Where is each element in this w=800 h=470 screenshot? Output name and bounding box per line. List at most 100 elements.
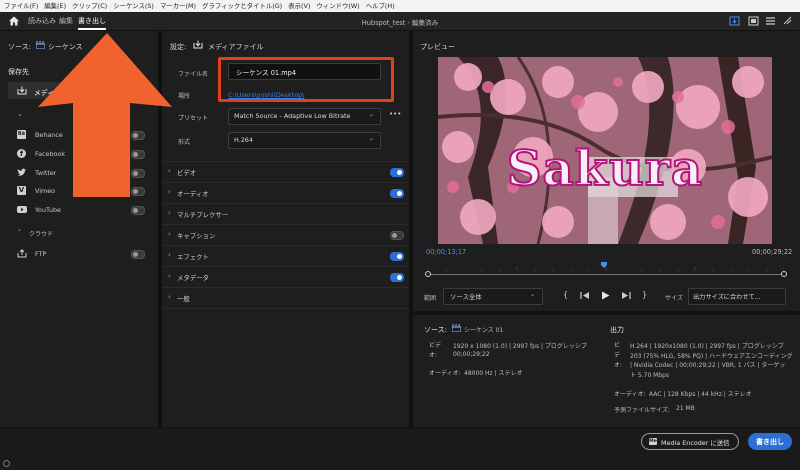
chevron-right-icon: › xyxy=(168,293,171,301)
summary-video-value-2: 00;00;29;22 xyxy=(453,351,490,358)
cloud-heading: クラウド xyxy=(29,231,54,238)
ftp-upload-icon xyxy=(17,249,27,258)
summary-video-label: ビデオ: xyxy=(429,342,442,359)
send-to-media-encoder-label: Media Encoder に送信 xyxy=(661,439,730,447)
preview-overlay-title: Sakura xyxy=(506,140,704,198)
section-multiplexer[interactable]: › マルチプレクサー xyxy=(163,203,408,224)
section-general[interactable]: › 一般 xyxy=(163,287,408,309)
workspaces-menu-icon[interactable] xyxy=(765,16,776,26)
mark-in-icon[interactable]: { xyxy=(563,290,568,299)
window-title: Hubspot_test - 編集済み xyxy=(361,19,439,27)
in-point-handle[interactable] xyxy=(425,271,431,277)
playhead[interactable] xyxy=(601,262,608,268)
menu-file[interactable]: ファイル(F) xyxy=(4,0,38,12)
location-label: 場所 xyxy=(178,93,191,100)
menu-bar: ファイル(F) 編集(E) クリップ(C) シーケンス(S) マーカー(M) グ… xyxy=(0,0,800,12)
menu-help[interactable]: ヘルプ(H) xyxy=(366,0,395,12)
summary-output-audio-label: オーディオ: xyxy=(614,391,646,398)
preview-title: プレビュー xyxy=(420,43,455,51)
twitter-icon xyxy=(17,168,27,177)
highlight-box xyxy=(218,57,394,102)
chevron-down-icon: ⌄ xyxy=(369,135,375,142)
chevron-down-icon: ⌄ xyxy=(369,111,375,118)
summary-video-value-1: 1920 x 1080 (1.0) | 2997 fps | プログレッシブ xyxy=(453,343,587,350)
metadata-toggle[interactable] xyxy=(390,273,404,282)
summary-output-video-label: ビデオ: xyxy=(614,342,623,369)
preset-label: プリセット xyxy=(178,115,209,122)
facebook-icon: f xyxy=(17,149,26,158)
effects-toggle[interactable] xyxy=(390,252,404,261)
vimeo-icon: V xyxy=(17,186,26,195)
section-metadata[interactable]: › メタデータ xyxy=(163,266,408,287)
more-options-icon[interactable]: ••• xyxy=(389,110,401,118)
quick-export-icon[interactable] xyxy=(729,16,740,26)
status-icon xyxy=(3,460,10,467)
menu-clip[interactable]: クリップ(C) xyxy=(72,0,107,12)
chevron-down-icon: ⌄ xyxy=(530,291,536,298)
cloud-chevron-icon[interactable]: ⌄ xyxy=(17,226,22,233)
behance-icon: Bē xyxy=(17,130,26,139)
section-audio[interactable]: › オーディオ xyxy=(163,182,408,203)
save-to-heading: 保存先 xyxy=(8,68,29,76)
menu-sequence[interactable]: シーケンス(S) xyxy=(113,0,154,12)
media-encoder-icon: Me xyxy=(649,438,657,445)
sequence-icon xyxy=(451,324,462,333)
total-duration: 00;00;29;22 xyxy=(752,248,793,256)
audio-toggle[interactable] xyxy=(390,189,404,198)
export-file-icon xyxy=(17,86,27,95)
section-effects[interactable]: › エフェクト xyxy=(163,245,408,266)
current-timecode[interactable]: 00;00;13;17 xyxy=(426,248,466,256)
size-value: 出力サイズに合わせて... xyxy=(693,294,761,301)
mark-out-icon[interactable]: } xyxy=(642,290,647,299)
play-icon[interactable] xyxy=(601,291,610,300)
range-value: ソース全体 xyxy=(450,293,482,301)
platform-ftp: FTP xyxy=(35,250,47,258)
chevron-right-icon: › xyxy=(168,251,171,259)
section-audio-label: オーディオ xyxy=(177,190,209,198)
platform-youtube: YouTube xyxy=(35,206,61,214)
summary-filesize-value: 21 MB xyxy=(676,405,695,412)
menu-edit[interactable]: 編集(E) xyxy=(44,0,66,12)
format-value: H.264 xyxy=(234,136,253,144)
youtube-icon xyxy=(17,206,27,213)
home-icon[interactable] xyxy=(8,15,20,27)
filename-label: ファイル名 xyxy=(178,71,209,78)
tab-import[interactable]: 読み込み xyxy=(28,12,56,30)
section-multiplexer-label: マルチプレクサー xyxy=(177,211,229,219)
export-file-icon xyxy=(193,40,203,49)
section-metadata-label: メタデータ xyxy=(177,274,209,282)
chevron-right-icon: › xyxy=(168,230,171,238)
video-toggle[interactable] xyxy=(390,168,404,177)
summary-filesize-label: 予測ファイルサイズ: xyxy=(614,407,670,414)
summary-audio-label: オーディオ: xyxy=(429,370,461,377)
tab-export[interactable]: 書き出し xyxy=(78,12,106,30)
menu-view[interactable]: 表示(V) xyxy=(288,0,310,12)
captions-toggle[interactable] xyxy=(390,231,404,240)
preset-value: Match Source - Adaptive Low Bitrate xyxy=(234,112,351,120)
summary-output-video-1: H.264 | 1920x1080 (1.0) | 2997 fps | プログ… xyxy=(630,343,784,350)
section-effects-label: エフェクト xyxy=(177,253,209,261)
tab-edit[interactable]: 編集 xyxy=(59,12,73,30)
summary-source-value: シーケンス 01 xyxy=(464,327,504,334)
range-label: 範囲 xyxy=(424,295,437,302)
step-back-icon[interactable] xyxy=(580,291,590,300)
section-captions[interactable]: › キャプション xyxy=(163,224,408,245)
youtube-toggle[interactable] xyxy=(131,206,145,215)
summary-audio-value: 48000 Hz | ステレオ xyxy=(464,370,523,377)
menu-graphics[interactable]: グラフィックとタイトル(G) xyxy=(202,0,282,12)
chevron-down-icon[interactable]: ⌄ xyxy=(17,110,23,118)
menu-marker[interactable]: マーカー(M) xyxy=(160,0,196,12)
timeline-track[interactable] xyxy=(428,274,784,275)
settings-destination-name: メディアファイル xyxy=(208,43,264,51)
menu-window[interactable]: ウィンドウ(W) xyxy=(316,0,359,12)
ftp-toggle[interactable] xyxy=(131,250,145,259)
step-forward-icon[interactable] xyxy=(621,291,631,300)
resize-icon[interactable] xyxy=(782,16,793,26)
section-general-label: 一般 xyxy=(177,295,190,303)
out-point-handle[interactable] xyxy=(781,271,787,277)
section-video[interactable]: › ビデオ xyxy=(163,161,408,182)
fullscreen-icon[interactable] xyxy=(748,16,759,26)
summary-source-label: ソース: xyxy=(424,326,448,334)
chevron-right-icon: › xyxy=(168,272,171,280)
section-captions-label: キャプション xyxy=(177,232,216,240)
